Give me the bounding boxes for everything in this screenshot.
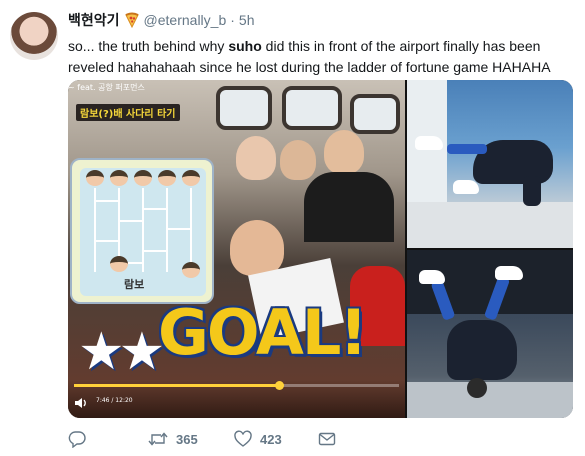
ladder-game-card: 람보 bbox=[70, 158, 214, 304]
like-count: 423 bbox=[260, 431, 282, 447]
ladder-rail bbox=[142, 188, 144, 272]
ladder-player bbox=[86, 170, 104, 186]
ladder-rung bbox=[166, 228, 190, 230]
sneaker bbox=[415, 136, 443, 150]
pizza-icon bbox=[124, 12, 140, 29]
video-caption-bar: ~ feat. 공항 퍼포먼스 bbox=[68, 83, 145, 92]
photo-thumbnail-bottom[interactable] bbox=[407, 250, 573, 418]
passenger-body bbox=[304, 172, 394, 242]
reply-icon bbox=[68, 430, 86, 448]
video-progress-bar[interactable] bbox=[74, 381, 399, 390]
ladder-result-face bbox=[110, 256, 128, 272]
ladder-result-face bbox=[182, 262, 200, 278]
photo-thumbnail-top[interactable] bbox=[407, 80, 573, 248]
ladder-result-label: 람보 bbox=[124, 278, 145, 291]
pavement bbox=[407, 202, 573, 248]
ladder-player bbox=[182, 170, 200, 186]
pavement bbox=[407, 382, 573, 418]
tweet-text-before: so... the truth behind why bbox=[68, 38, 229, 54]
ladder-rung bbox=[142, 250, 166, 252]
bus-window-left bbox=[216, 86, 272, 130]
passenger-face bbox=[324, 130, 364, 174]
separator-dot: · bbox=[230, 12, 235, 28]
retweet-count: 365 bbox=[176, 431, 198, 447]
display-name[interactable]: 백현악기 bbox=[68, 10, 120, 30]
media-grid: ~ feat. 공항 퍼포먼스 람보(?)배 사다리 타기 람보 ★★ GOAL… bbox=[68, 80, 573, 418]
person-arm bbox=[523, 176, 541, 206]
passenger-face bbox=[236, 136, 276, 180]
ladder-player bbox=[158, 170, 176, 186]
ladder-rung bbox=[142, 208, 166, 210]
bus-window-far bbox=[350, 94, 400, 134]
sneaker bbox=[495, 266, 523, 280]
tweet-text-mention: suho bbox=[228, 38, 262, 54]
tweet-header: 백현악기 @eternally_b · 5h bbox=[68, 10, 254, 30]
ladder-rung bbox=[94, 240, 118, 242]
ladder-rung bbox=[94, 200, 118, 202]
tweet-actions: 365 423 bbox=[68, 428, 338, 450]
reply-button[interactable] bbox=[68, 430, 140, 448]
video-time: 7:46 / 12:20 bbox=[96, 397, 133, 404]
heart-icon bbox=[234, 430, 252, 448]
passenger-face-front bbox=[230, 220, 284, 276]
video-player[interactable]: ~ feat. 공항 퍼포먼스 람보(?)배 사다리 타기 람보 ★★ GOAL… bbox=[68, 80, 405, 418]
person-leg bbox=[447, 144, 487, 154]
like-button[interactable]: 423 bbox=[234, 430, 318, 448]
retweet-icon bbox=[148, 430, 168, 448]
goal-text: GOAL! bbox=[158, 296, 368, 369]
ladder-board: 람보 bbox=[80, 168, 206, 296]
volume-icon[interactable] bbox=[74, 396, 88, 410]
video-progress-thumb[interactable] bbox=[274, 381, 284, 390]
mail-icon bbox=[318, 430, 336, 448]
person-head bbox=[467, 378, 487, 398]
handle[interactable]: @eternally_b bbox=[144, 12, 227, 28]
video-progress-fill bbox=[74, 384, 279, 387]
avatar[interactable] bbox=[10, 12, 58, 60]
ladder-rail bbox=[190, 188, 192, 272]
ladder-rung bbox=[118, 220, 142, 222]
ladder-player bbox=[110, 170, 128, 186]
timestamp[interactable]: 5h bbox=[239, 12, 255, 28]
retweet-button[interactable]: 365 bbox=[148, 430, 234, 448]
bus-window-right bbox=[282, 86, 342, 130]
sneaker bbox=[419, 270, 445, 284]
person-body bbox=[447, 320, 517, 380]
goal-stars: ★★ bbox=[78, 322, 165, 382]
passenger-face bbox=[280, 140, 316, 180]
sneaker bbox=[453, 180, 479, 194]
tweet[interactable]: 백현악기 @eternally_b · 5h so... the truth b… bbox=[0, 0, 585, 456]
video-caption-tag: 람보(?)배 사다리 타기 bbox=[76, 104, 180, 121]
video-controls: 7:46 / 12:20 bbox=[68, 380, 405, 418]
ladder-rail bbox=[166, 188, 168, 272]
tweet-text: so... the truth behind why suho did this… bbox=[68, 36, 573, 78]
direct-message-button[interactable] bbox=[318, 430, 338, 448]
ladder-player bbox=[134, 170, 152, 186]
